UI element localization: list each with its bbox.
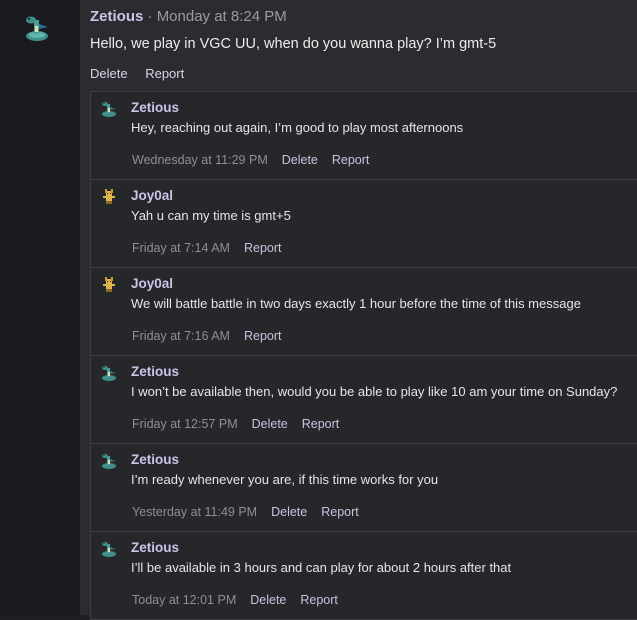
reply-author[interactable]: Zetious bbox=[131, 540, 179, 555]
reply-text: Yah u can my time is gmt+5 bbox=[131, 208, 291, 223]
reply-author[interactable]: Joy0al bbox=[131, 188, 173, 203]
reply-report-button[interactable]: Report bbox=[332, 153, 370, 167]
dragon-pokemon-sprite-icon[interactable] bbox=[100, 100, 118, 118]
reply-meta: Friday at 12:57 PM Delete Report bbox=[132, 417, 353, 431]
reply-item: Zetious I’m ready whenever you are, if th… bbox=[91, 444, 637, 532]
reply-meta: Friday at 7:16 AM Report bbox=[132, 329, 296, 343]
reply-text: Hey, reaching out again, I’m good to pla… bbox=[131, 120, 464, 135]
reply-delete-button[interactable]: Delete bbox=[271, 505, 307, 519]
reply-report-button[interactable]: Report bbox=[321, 505, 359, 519]
thread-panel: Zetious · Monday at 8:24 PM Hello, we pl… bbox=[80, 0, 637, 620]
reply-timestamp[interactable]: Friday at 7:14 AM bbox=[132, 241, 230, 255]
post-timestamp[interactable]: Monday at 8:24 PM bbox=[157, 8, 287, 25]
post-actions: Delete Report bbox=[90, 66, 198, 81]
yellow-pokemon-sprite-icon[interactable] bbox=[100, 188, 118, 206]
reply-author[interactable]: Zetious bbox=[131, 364, 179, 379]
dragon-pokemon-sprite-icon[interactable] bbox=[100, 364, 118, 382]
reply-meta: Today at 12:01 PM Delete Report bbox=[132, 593, 352, 607]
reply-text: We will battle battle in two days exactl… bbox=[131, 296, 581, 311]
post-header: Zetious · Monday at 8:24 PM bbox=[90, 8, 287, 25]
post-delete-button[interactable]: Delete bbox=[90, 66, 128, 81]
reply-author[interactable]: Joy0al bbox=[131, 276, 173, 291]
reply-report-button[interactable]: Report bbox=[244, 241, 282, 255]
dragon-pokemon-sprite-icon[interactable] bbox=[100, 452, 118, 470]
reply-timestamp[interactable]: Wednesday at 11:29 PM bbox=[132, 153, 268, 167]
reply-item: Joy0al Yah u can my time is gmt+5 Friday a… bbox=[91, 180, 637, 268]
reply-delete-button[interactable]: Delete bbox=[250, 593, 286, 607]
reply-text: I’ll be available in 3 hours and can pla… bbox=[131, 560, 512, 575]
reply-timestamp[interactable]: Today at 12:01 PM bbox=[132, 593, 236, 607]
reply-timestamp[interactable]: Friday at 12:57 PM bbox=[132, 417, 238, 431]
reply-report-button[interactable]: Report bbox=[300, 593, 338, 607]
reply-author[interactable]: Zetious bbox=[131, 452, 179, 467]
dragon-pokemon-sprite-icon[interactable] bbox=[22, 14, 52, 44]
reply-item: Joy0al We will battle battle in two days … bbox=[91, 268, 637, 356]
reply-delete-button[interactable]: Delete bbox=[282, 153, 318, 167]
replies-list: Zetious Hey, reaching out again, I’m good… bbox=[90, 91, 637, 620]
reply-item: Zetious I won’t be available then, would … bbox=[91, 356, 637, 444]
reply-author[interactable]: Zetious bbox=[131, 100, 179, 115]
reply-report-button[interactable]: Report bbox=[244, 329, 282, 343]
reply-report-button[interactable]: Report bbox=[302, 417, 340, 431]
reply-delete-button[interactable]: Delete bbox=[252, 417, 288, 431]
post-body: Hello, we play in VGC UU, when do you wa… bbox=[90, 36, 497, 52]
reply-meta: Friday at 7:14 AM Report bbox=[132, 241, 296, 255]
post-report-button[interactable]: Report bbox=[145, 66, 184, 81]
yellow-pokemon-sprite-icon[interactable] bbox=[100, 276, 118, 294]
reply-item: Zetious I’ll be available in 3 hours and … bbox=[91, 532, 637, 620]
reply-meta: Wednesday at 11:29 PM Delete Report bbox=[132, 153, 383, 167]
reply-text: I’m ready whenever you are, if this time… bbox=[131, 472, 439, 487]
post-separator: · bbox=[147, 8, 153, 25]
dragon-pokemon-sprite-icon[interactable] bbox=[100, 540, 118, 558]
reply-text: I won’t be available then, would you be … bbox=[131, 384, 618, 399]
reply-timestamp[interactable]: Yesterday at 11:49 PM bbox=[132, 505, 257, 519]
reply-item: Zetious Hey, reaching out again, I’m good… bbox=[91, 91, 637, 180]
post-author[interactable]: Zetious bbox=[90, 8, 143, 25]
reply-timestamp[interactable]: Friday at 7:16 AM bbox=[132, 329, 230, 343]
reply-meta: Yesterday at 11:49 PM Delete Report bbox=[132, 505, 373, 519]
left-sidebar bbox=[0, 0, 80, 615]
